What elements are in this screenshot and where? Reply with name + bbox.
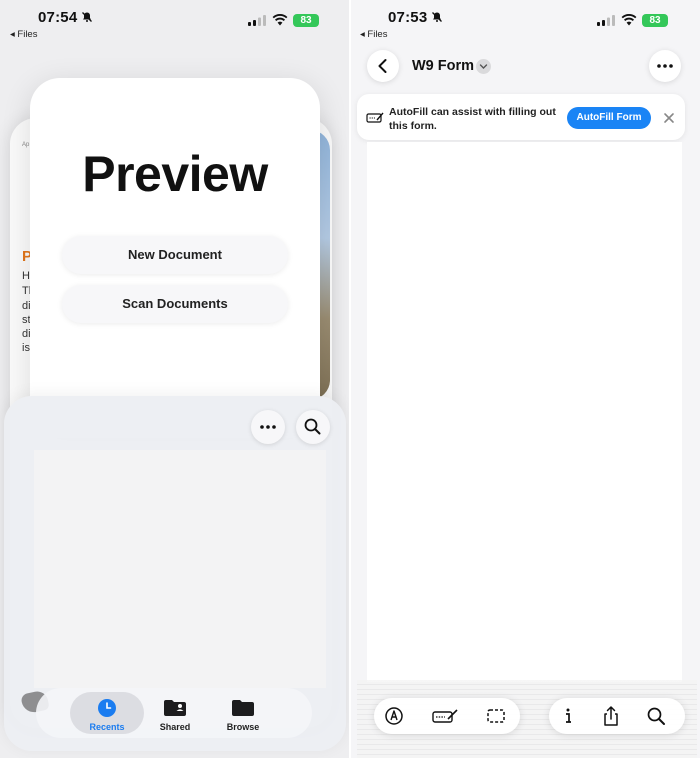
status-bar: 07:53 ◂ Files 83 — [351, 0, 700, 40]
file-list-area — [34, 450, 326, 688]
back-to-files-link[interactable]: ◂ Files — [10, 29, 37, 40]
info-icon[interactable] — [557, 705, 579, 727]
chevron-left-icon — [378, 59, 387, 73]
doc-fragment-text: is — [22, 342, 30, 354]
new-document-button[interactable]: New Document — [62, 236, 288, 274]
silent-mode-icon — [82, 12, 92, 22]
preview-home-screen: 07:54 ◂ Files 83 Ap P H Th di st di is P… — [0, 0, 349, 758]
autofill-message: AutoFill can assist with filling out thi… — [389, 106, 556, 132]
close-icon[interactable] — [662, 111, 676, 125]
chevron-down-icon — [479, 64, 488, 69]
status-time: 07:54 — [38, 9, 78, 26]
document-title[interactable]: W9 Form — [412, 58, 474, 74]
search-icon[interactable] — [645, 705, 667, 727]
silent-mode-icon — [432, 12, 442, 22]
tab-label: Browse — [226, 722, 260, 732]
share-icon[interactable] — [600, 705, 622, 727]
cellular-signal-icon — [597, 15, 615, 26]
battery-indicator: 83 — [642, 14, 668, 27]
search-button[interactable] — [296, 410, 330, 444]
back-button[interactable] — [367, 50, 399, 82]
back-to-files-link[interactable]: ◂ Files — [360, 29, 387, 40]
battery-indicator: 83 — [293, 14, 319, 27]
wifi-icon — [272, 14, 288, 26]
select-region-icon[interactable] — [485, 705, 507, 727]
title-menu-button[interactable] — [476, 59, 491, 74]
app-title: Preview — [82, 146, 268, 202]
search-icon — [304, 418, 321, 435]
more-options-button[interactable] — [649, 50, 681, 82]
status-time: 07:53 — [388, 9, 428, 26]
autofill-form-button[interactable]: AutoFill Form — [567, 107, 651, 129]
doc-fragment-text: Ap — [22, 142, 30, 148]
markup-pen-icon[interactable] — [383, 705, 405, 727]
pdf-page-view[interactable] — [367, 142, 682, 682]
clock-icon — [98, 699, 116, 717]
cellular-signal-icon — [248, 15, 266, 26]
more-icon — [657, 64, 673, 68]
autofill-signature-icon[interactable] — [432, 705, 458, 727]
wifi-icon — [621, 14, 637, 26]
folder-icon — [232, 700, 254, 716]
scan-documents-button[interactable]: Scan Documents — [62, 285, 288, 323]
more-options-button[interactable] — [251, 410, 285, 444]
status-bar: 07:54 ◂ Files 83 — [0, 0, 349, 40]
shared-folder-icon — [164, 700, 186, 716]
doc-fragment-text: H — [22, 270, 30, 282]
autofill-form-icon — [366, 112, 384, 123]
tab-label: Shared — [159, 722, 191, 732]
tab-label: Recents — [89, 722, 125, 732]
more-icon — [260, 425, 276, 429]
